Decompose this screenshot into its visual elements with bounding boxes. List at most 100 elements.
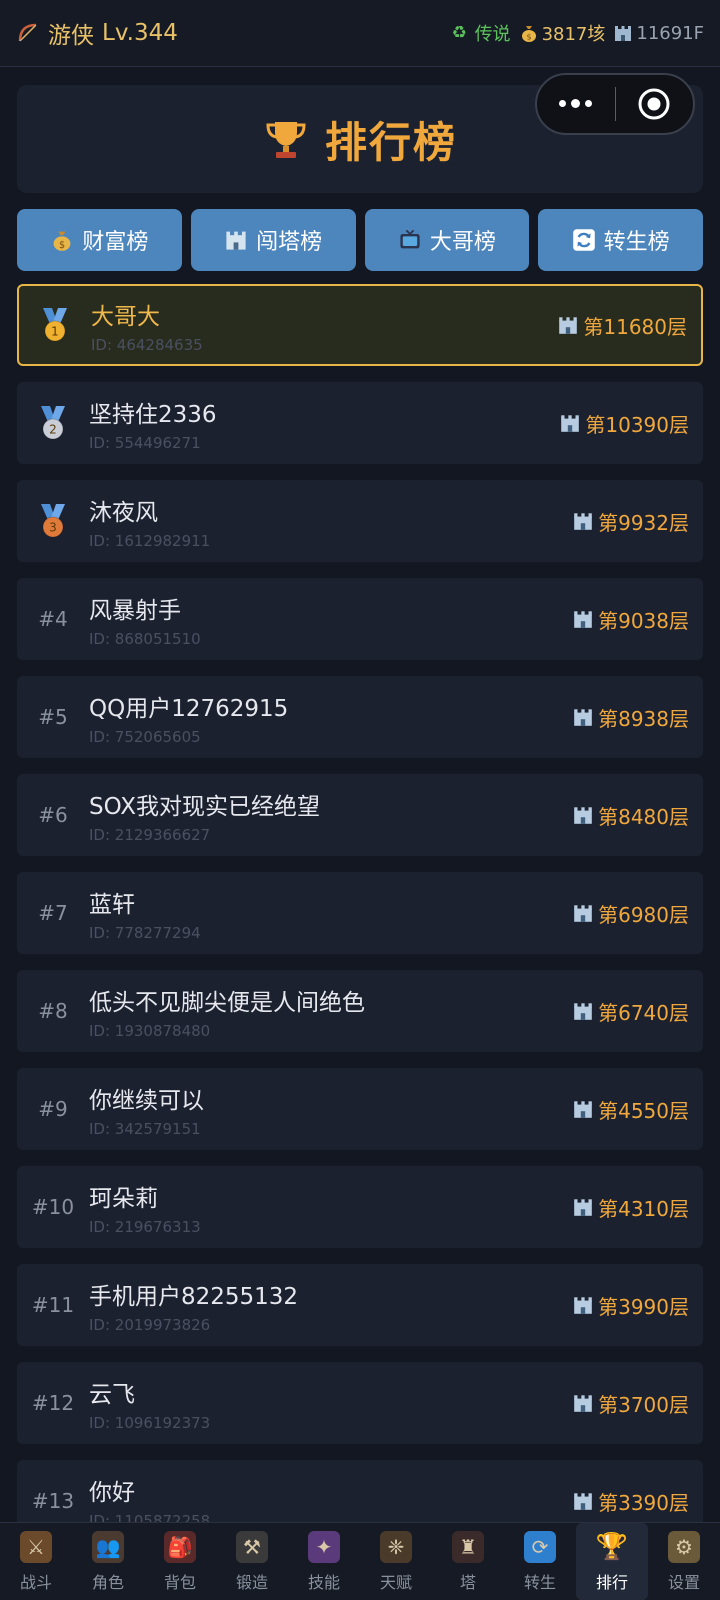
castle-icon (574, 513, 592, 530)
ranking-row[interactable]: #4 风暴射手 ID: 868051510 第9038层 (17, 578, 703, 660)
floor-value: 第11680层 (557, 311, 687, 340)
ranking-row[interactable]: #10 珂朵莉 ID: 219676313 第4310层 (17, 1166, 703, 1248)
rank-number: #5 (38, 705, 68, 729)
svg-text:$: $ (526, 33, 531, 42)
player-info[interactable]: 游侠 Lv.344 (16, 16, 178, 50)
medal-icon: 3 (41, 504, 65, 538)
ranking-row[interactable]: #7 蓝轩 ID: 778277294 第6980层 (17, 872, 703, 954)
more-button[interactable] (537, 99, 615, 108)
player-id: ID: 778277294 (89, 923, 201, 942)
nav-item[interactable]: ⟳ 转生 (504, 1523, 576, 1600)
rebirth-icon: ⟳ (524, 1530, 556, 1563)
tab-label: 闯塔榜 (256, 230, 323, 255)
rank-cell: #12 (17, 1391, 89, 1415)
rank-cell: #8 (17, 999, 89, 1023)
floor-value: 第9038层 (572, 605, 689, 634)
tab-rebirth[interactable]: 转生榜 (538, 209, 703, 271)
ranking-row[interactable]: #5 QQ用户12762915 ID: 752065605 第8938层 (17, 676, 703, 758)
close-button[interactable] (615, 87, 693, 121)
player-id: ID: 868051510 (89, 629, 201, 648)
svg-text:2: 2 (49, 423, 57, 437)
player-id: ID: 342579151 (89, 1119, 201, 1138)
rank-number: #12 (31, 1391, 75, 1415)
floor-value: 第6740层 (572, 997, 689, 1026)
svg-text:3: 3 (49, 521, 57, 535)
player-name: 蓝轩 (89, 891, 135, 918)
floor-value: 第10390层 (559, 409, 689, 438)
status-bar: 游侠 Lv.344 ♻ 传说 $ 3817垓 11691F (0, 0, 720, 67)
player-info: 蓝轩 ID: 778277294 (89, 885, 572, 942)
tab-wealth[interactable]: $ 财富榜 (17, 209, 182, 271)
nav-item[interactable]: ⚙ 设置 (648, 1523, 720, 1600)
player-info: 手机用户82255132 ID: 2019973826 (89, 1277, 572, 1334)
player-info: 低头不见脚尖便是人间绝色 ID: 1930878480 (89, 983, 572, 1040)
player-id: ID: 554496271 (89, 433, 201, 452)
rank-cell: #7 (17, 901, 89, 925)
ranking-row[interactable]: #9 你继续可以 ID: 342579151 第4550层 (17, 1068, 703, 1150)
castle-icon (574, 1297, 592, 1314)
nav-label: 角色 (91, 1572, 124, 1592)
rank-number: #11 (31, 1293, 75, 1317)
nav-item[interactable]: ♜ 塔 (432, 1523, 504, 1600)
ranking-row[interactable]: #6 SOX我对现实已经绝望 ID: 2129366627 第8480层 (17, 774, 703, 856)
floor-label: 第4550层 (598, 1098, 689, 1123)
gold-value: 3817垓 (541, 24, 606, 45)
ranking-row[interactable]: 1 大哥大 ID: 464284635 第11680层 (17, 284, 703, 366)
rank-cell: #10 (17, 1195, 89, 1219)
money-bag-icon: $ (53, 231, 71, 251)
player-name: 低头不见脚尖便是人间绝色 (89, 989, 365, 1016)
recycle-icon: ♻ (451, 23, 467, 43)
floor-label: 第6740层 (598, 1000, 689, 1025)
ranking-row[interactable]: #12 云飞 ID: 1096192373 第3700层 (17, 1362, 703, 1444)
ranking-row[interactable]: #8 低头不见脚尖便是人间绝色 ID: 1930878480 第6740层 (17, 970, 703, 1052)
floor-value: 第8938层 (572, 703, 689, 732)
castle-icon (226, 231, 246, 250)
capsule-menu (535, 73, 695, 135)
nav-item[interactable]: 🎒 背包 (144, 1523, 216, 1600)
ranking-list: 1 大哥大 ID: 464284635 第11680层 2 坚持住2336 ID: 5544… (17, 284, 703, 1558)
svg-text:1: 1 (51, 325, 59, 339)
player-id: ID: 1930878480 (89, 1021, 211, 1040)
forge-icon: ⚒ (236, 1530, 268, 1563)
rank-cell: #13 (17, 1489, 89, 1513)
tv-icon (400, 229, 420, 249)
tab-tower[interactable]: 闯塔榜 (190, 209, 356, 271)
rank-cell: 2 (17, 404, 89, 442)
nav-label: 技能 (307, 1572, 340, 1592)
floor-value: 第3990层 (572, 1291, 689, 1320)
settings-icon: ⚙ (668, 1530, 700, 1563)
target-icon (638, 88, 670, 120)
tower-value: 11691F (636, 22, 704, 44)
ranking-row[interactable]: #11 手机用户82255132 ID: 2019973826 第3990层 (17, 1264, 703, 1346)
player-name: SOX我对现实已经绝望 (89, 793, 320, 820)
resource-stats: ♻ 传说 $ 3817垓 11691F (452, 20, 704, 46)
nav-item[interactable]: 👥 角色 (72, 1523, 144, 1600)
player-id: ID: 752065605 (89, 727, 201, 746)
nav-label: 排行 (595, 1572, 628, 1592)
player-info: SOX我对现实已经绝望 ID: 2129366627 (89, 787, 572, 844)
castle-icon (561, 415, 580, 432)
backpack-icon: 🎒 (164, 1530, 196, 1563)
refresh-icon (572, 229, 595, 251)
nav-item[interactable]: 🏆 排行 (576, 1523, 648, 1600)
nav-item[interactable]: ❈ 天赋 (360, 1523, 432, 1600)
tab-boss[interactable]: 大哥榜 (364, 209, 530, 271)
svg-text:$: $ (59, 240, 65, 251)
player-name: 手机用户82255132 (89, 1283, 299, 1310)
skill-icon: ✦ (308, 1530, 340, 1563)
player-info: QQ用户12762915 ID: 752065605 (89, 689, 572, 746)
player-name: 风暴射手 (89, 597, 181, 624)
ranking-row[interactable]: 3 沐夜风 ID: 1612982911 第9932层 (17, 480, 703, 562)
player-info: 坚持住2336 ID: 554496271 (89, 395, 559, 452)
ranking-row[interactable]: 2 坚持住2336 ID: 554496271 第10390层 (17, 382, 703, 464)
nav-item[interactable]: ✦ 技能 (288, 1523, 360, 1600)
nav-item[interactable]: ⚒ 锻造 (216, 1523, 288, 1600)
player-id: ID: 464284635 (91, 335, 203, 354)
castle-icon (574, 1199, 592, 1216)
floor-value: 第8480层 (572, 801, 689, 830)
nav-item[interactable]: ⚔ 战斗 (0, 1523, 72, 1600)
player-level: Lv.344 (102, 20, 178, 46)
player-id: ID: 1096192373 (89, 1413, 211, 1432)
floor-value: 第3700层 (572, 1389, 689, 1418)
medal-icon: 2 (41, 406, 65, 440)
